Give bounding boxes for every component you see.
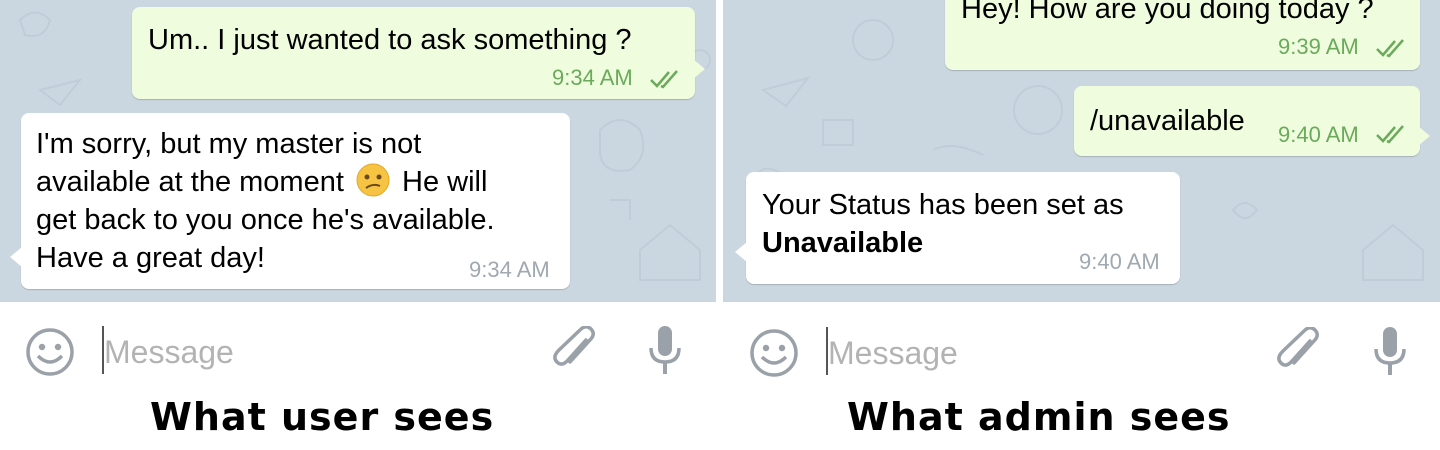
message-text-block: I'm sorry, but my master is not availabl… xyxy=(36,125,556,277)
bot-command-link[interactable]: /unavailable xyxy=(1090,102,1245,140)
double-check-icon xyxy=(1376,39,1404,58)
double-check-icon xyxy=(650,70,678,89)
panel-caption: What admin sees xyxy=(847,395,1231,439)
chat-area[interactable]: Um.. I just wanted to ask something ? 9:… xyxy=(0,0,716,302)
incoming-message-bubble[interactable]: I'm sorry, but my master is not availabl… xyxy=(10,113,570,289)
double-check-icon xyxy=(1376,125,1404,144)
message-line: available at the moment xyxy=(36,166,344,198)
message-time: 9:39 AM xyxy=(1278,34,1359,59)
message-line: Your Status has been set as xyxy=(762,189,1124,221)
bubble-tail xyxy=(693,59,705,79)
message-text: Hey! How are you doing today ? xyxy=(961,0,1374,25)
smiley-icon[interactable] xyxy=(25,327,75,377)
microphone-icon[interactable] xyxy=(1370,325,1410,381)
message-line: I'm sorry, but my master is not xyxy=(36,128,422,160)
confused-face-emoji xyxy=(356,163,390,197)
outgoing-message-bubble[interactable]: Um.. I just wanted to ask something ? 9:… xyxy=(132,7,705,99)
bubble-tail xyxy=(735,242,747,262)
paperclip-icon[interactable] xyxy=(1274,327,1324,379)
outgoing-message-bubble[interactable]: /unavailable 9:40 AM xyxy=(1074,86,1430,156)
panel-caption: What user sees xyxy=(150,395,495,439)
message-input-bar: Message xyxy=(0,302,716,402)
bubble-tail xyxy=(1418,126,1430,146)
bubble-tail xyxy=(10,247,22,267)
incoming-message-bubble[interactable]: Your Status has been set as Unavailable … xyxy=(735,172,1180,284)
user-view-panel: Um.. I just wanted to ask something ? 9:… xyxy=(0,0,716,450)
message-input-bar: Message xyxy=(723,302,1440,402)
message-text: Um.. I just wanted to ask something ? xyxy=(148,24,632,56)
outgoing-message-bubble[interactable]: Hey! How are you doing today ? 9:39 AM xyxy=(945,0,1420,70)
message-input[interactable]: Message xyxy=(104,334,234,371)
message-line: get back to you once he's available. xyxy=(36,204,495,236)
message-input[interactable]: Message xyxy=(828,335,958,372)
message-time: 9:34 AM xyxy=(469,257,550,282)
panel-divider xyxy=(716,0,723,302)
message-time: 9:40 AM xyxy=(1278,122,1359,147)
admin-view-panel: Hey! How are you doing today ? 9:39 AM /… xyxy=(723,0,1440,450)
paperclip-icon[interactable] xyxy=(550,326,600,378)
message-line-with-emoji: available at the moment He will xyxy=(36,163,556,201)
message-line: He will xyxy=(402,166,488,198)
chat-area[interactable]: Hey! How are you doing today ? 9:39 AM /… xyxy=(723,0,1440,302)
microphone-icon[interactable] xyxy=(645,324,685,380)
message-time: 9:34 AM xyxy=(552,65,633,90)
message-time: 9:40 AM xyxy=(1079,249,1160,274)
smiley-icon[interactable] xyxy=(749,328,799,378)
